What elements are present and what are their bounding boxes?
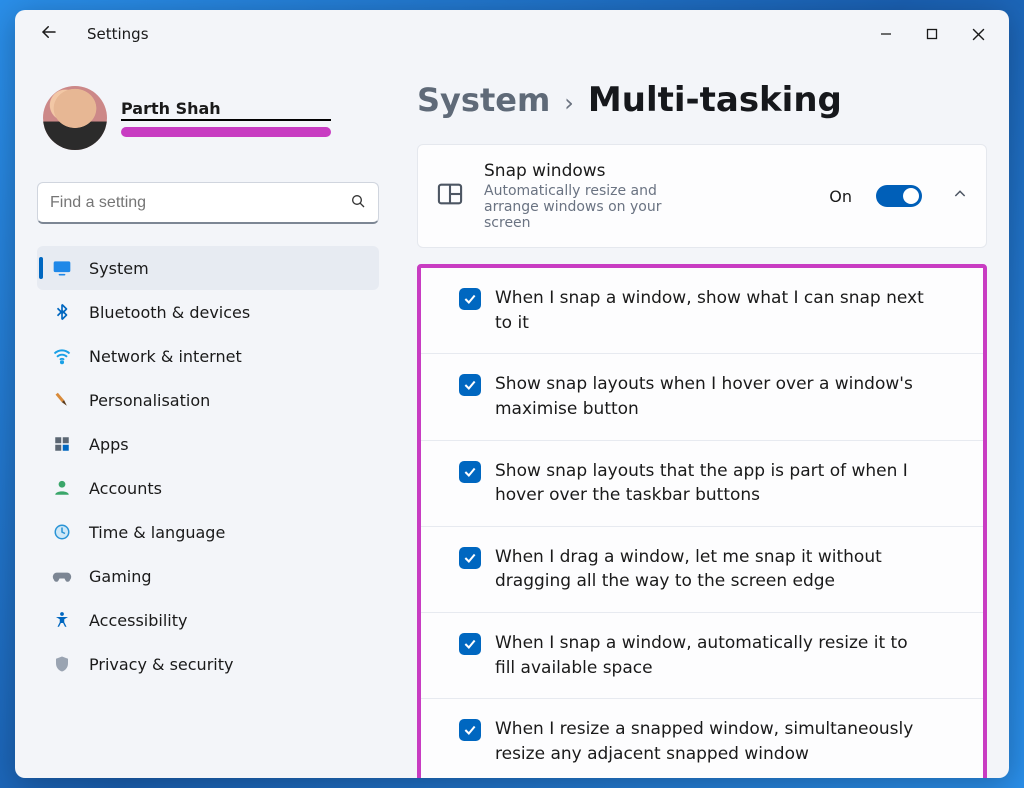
- snap-title: Snap windows: [484, 161, 811, 181]
- window-close-button[interactable]: [955, 14, 1001, 54]
- nav-item-label: Network & internet: [89, 347, 242, 366]
- accessibility-icon: [51, 609, 73, 631]
- option-label: When I snap a window, show what I can sn…: [495, 286, 925, 335]
- snap-option-row[interactable]: When I resize a snapped window, simultan…: [421, 699, 983, 778]
- nav-item-label: Bluetooth & devices: [89, 303, 250, 322]
- option-label: Show snap layouts when I hover over a wi…: [495, 372, 925, 421]
- profile-name: Parth Shah: [121, 99, 331, 121]
- breadcrumb-current: Multi-tasking: [588, 80, 842, 120]
- nav-item-label: Privacy & security: [89, 655, 233, 674]
- sidebar: Parth Shah System Bluetooth & devices: [15, 58, 395, 778]
- nav-item-label: Apps: [89, 435, 129, 454]
- checkbox[interactable]: [459, 374, 481, 396]
- check-icon: [463, 378, 477, 392]
- snap-layout-icon: [436, 180, 466, 212]
- search-input[interactable]: [50, 194, 350, 212]
- snap-option-row[interactable]: When I snap a window, show what I can sn…: [421, 268, 983, 354]
- snap-toggle-label: On: [829, 187, 852, 206]
- minimize-icon: [880, 28, 892, 40]
- main-content: System › Multi-tasking Snap windows Auto…: [395, 58, 1009, 778]
- option-label: When I drag a window, let me snap it wit…: [495, 545, 925, 594]
- check-icon: [463, 723, 477, 737]
- nav-item-system[interactable]: System: [37, 246, 379, 290]
- checkbox[interactable]: [459, 547, 481, 569]
- check-icon: [463, 551, 477, 565]
- nav-item-personalisation[interactable]: Personalisation: [37, 378, 379, 422]
- nav: System Bluetooth & devices Network & int…: [37, 246, 379, 686]
- nav-item-gaming[interactable]: Gaming: [37, 554, 379, 598]
- snap-option-row[interactable]: Show snap layouts when I hover over a wi…: [421, 354, 983, 440]
- nav-item-label: System: [89, 259, 149, 278]
- option-label: When I snap a window, automatically resi…: [495, 631, 925, 680]
- snap-windows-card[interactable]: Snap windows Automatically resize and ar…: [417, 144, 987, 248]
- breadcrumb-parent[interactable]: System: [417, 81, 550, 119]
- system-icon: [51, 257, 73, 279]
- nav-item-network[interactable]: Network & internet: [37, 334, 379, 378]
- nav-item-label: Time & language: [89, 523, 225, 542]
- snap-option-row[interactable]: When I drag a window, let me snap it wit…: [421, 527, 983, 613]
- check-icon: [463, 292, 477, 306]
- snap-option-row[interactable]: When I snap a window, automatically resi…: [421, 613, 983, 699]
- person-icon: [51, 477, 73, 499]
- gamepad-icon: [51, 565, 73, 587]
- nav-item-privacy[interactable]: Privacy & security: [37, 642, 379, 686]
- clock-globe-icon: [51, 521, 73, 543]
- wifi-icon: [51, 345, 73, 367]
- option-label: When I resize a snapped window, simultan…: [495, 717, 925, 766]
- close-icon: [972, 28, 985, 41]
- check-icon: [463, 637, 477, 651]
- window-maximize-button[interactable]: [909, 14, 955, 54]
- arrow-left-icon: [40, 23, 58, 41]
- nav-item-label: Gaming: [89, 567, 152, 586]
- checkbox[interactable]: [459, 633, 481, 655]
- option-label: Show snap layouts that the app is part o…: [495, 459, 925, 508]
- breadcrumb: System › Multi-tasking: [417, 80, 987, 120]
- settings-window: Settings Parth Shah: [15, 10, 1009, 778]
- chevron-up-icon: [952, 186, 968, 202]
- bluetooth-icon: [51, 301, 73, 323]
- nav-item-label: Accessibility: [89, 611, 187, 630]
- profile-block[interactable]: Parth Shah: [37, 82, 379, 164]
- nav-item-accessibility[interactable]: Accessibility: [37, 598, 379, 642]
- back-button[interactable]: [33, 23, 65, 46]
- snap-options-panel: When I snap a window, show what I can sn…: [417, 264, 987, 778]
- shield-icon: [51, 653, 73, 675]
- nav-item-accounts[interactable]: Accounts: [37, 466, 379, 510]
- nav-item-apps[interactable]: Apps: [37, 422, 379, 466]
- nav-item-label: Accounts: [89, 479, 162, 498]
- snap-description: Automatically resize and arrange windows…: [484, 183, 704, 231]
- search-box[interactable]: [37, 182, 379, 224]
- check-icon: [463, 465, 477, 479]
- nav-item-label: Personalisation: [89, 391, 210, 410]
- checkbox[interactable]: [459, 461, 481, 483]
- window-minimize-button[interactable]: [863, 14, 909, 54]
- paintbrush-icon: [47, 385, 78, 416]
- chevron-right-icon: ›: [564, 89, 574, 117]
- expand-collapse-button[interactable]: [952, 186, 968, 206]
- nav-item-bluetooth[interactable]: Bluetooth & devices: [37, 290, 379, 334]
- titlebar: Settings: [15, 10, 1009, 58]
- checkbox[interactable]: [459, 719, 481, 741]
- checkbox[interactable]: [459, 288, 481, 310]
- apps-icon: [51, 433, 73, 455]
- avatar: [43, 86, 107, 150]
- search-icon: [350, 193, 366, 213]
- profile-email-redacted: [121, 127, 331, 137]
- snap-toggle[interactable]: [876, 185, 922, 207]
- app-title: Settings: [87, 25, 149, 43]
- nav-item-time[interactable]: Time & language: [37, 510, 379, 554]
- snap-option-row[interactable]: Show snap layouts that the app is part o…: [421, 441, 983, 527]
- maximize-icon: [926, 28, 938, 40]
